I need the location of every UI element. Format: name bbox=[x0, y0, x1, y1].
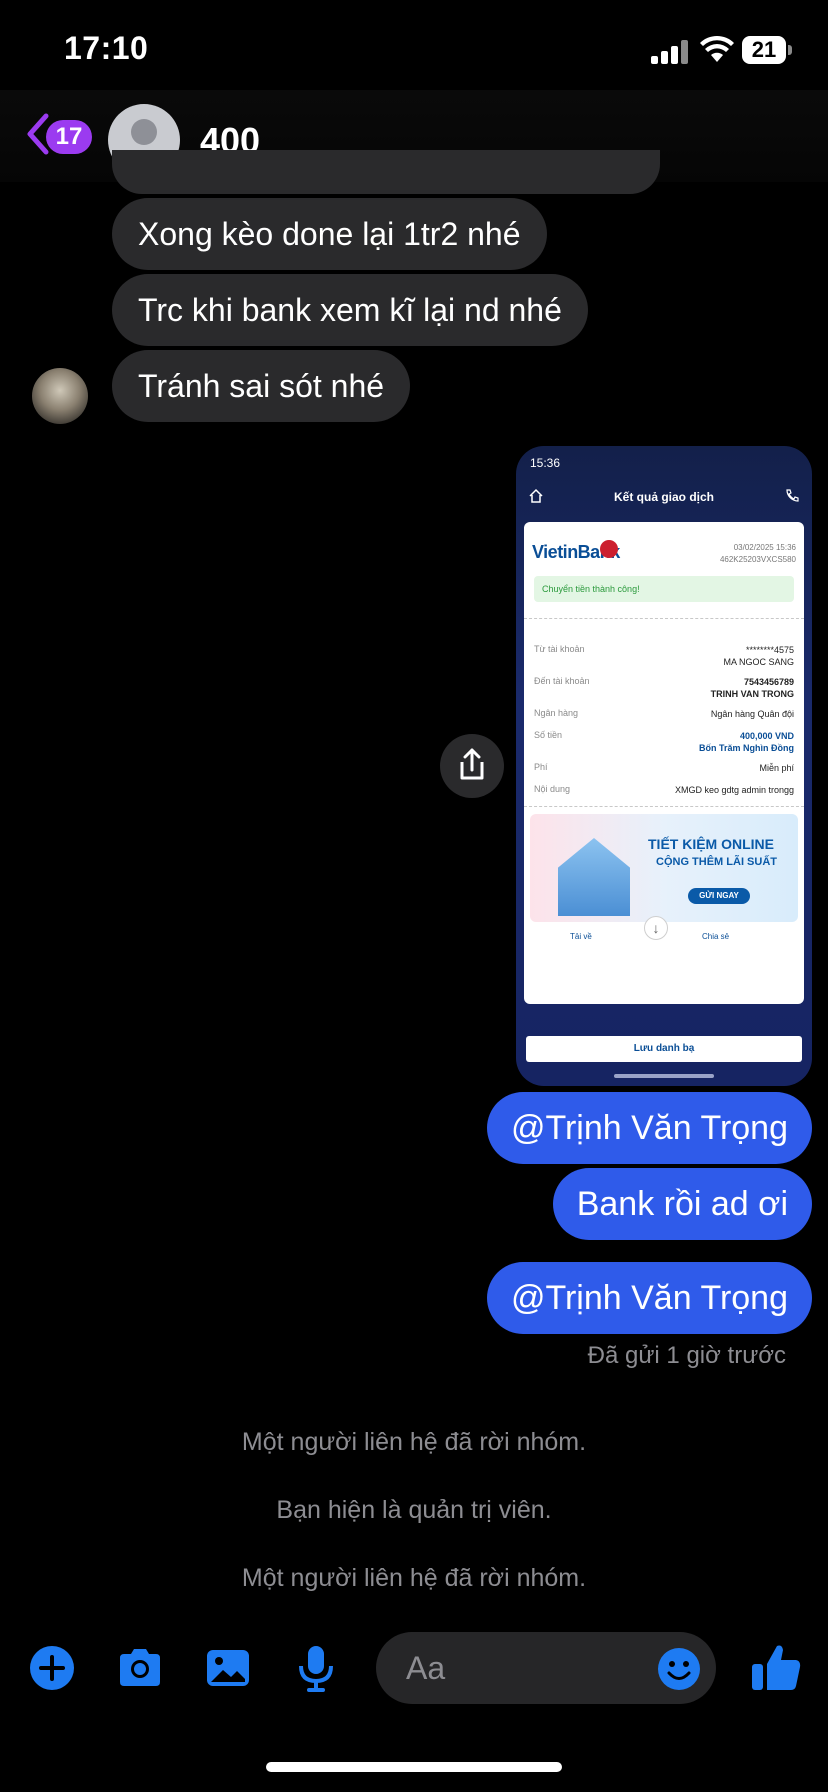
savings-banner: TIẾT KIỆM ONLINE CỘNG THÊM LÃI SUẤT GỬI … bbox=[530, 814, 798, 922]
share-icon bbox=[460, 748, 484, 780]
previous-message-bubble bbox=[112, 150, 660, 194]
system-message: Bạn hiện là quản trị viên. bbox=[276, 1496, 552, 1524]
battery-icon: 21 bbox=[742, 36, 792, 64]
message-composer bbox=[0, 1626, 828, 1716]
sent-time-caption: Đã gửi 1 giờ trước bbox=[587, 1342, 786, 1369]
arrow-down-icon: ↓ bbox=[644, 916, 668, 940]
home-indicator bbox=[266, 1762, 562, 1772]
receipt-row: Số tiền 400,000 VND Bốn Trăm Nghìn Đồng bbox=[534, 730, 794, 753]
cellular-signal-icon bbox=[651, 40, 691, 64]
outgoing-message[interactable]: Bank rồi ad ơi bbox=[552, 1168, 812, 1240]
plus-icon[interactable] bbox=[26, 1642, 78, 1694]
unread-count-badge[interactable]: 17 bbox=[46, 120, 92, 154]
divider bbox=[524, 618, 804, 619]
photo-gallery-icon[interactable] bbox=[202, 1642, 254, 1694]
receipt-row: Từ tài khoản ********4575 MA NGOC SANG bbox=[534, 644, 794, 667]
outgoing-message[interactable]: @Trịnh Văn Trọng bbox=[486, 1092, 812, 1164]
receipt-home-indicator bbox=[614, 1074, 714, 1078]
receipt-row: Phí Miễn phí bbox=[534, 762, 794, 773]
message-input[interactable] bbox=[406, 1632, 626, 1704]
battery-level: 21 bbox=[742, 36, 786, 64]
transfer-receipt-image[interactable]: 15:36 Kết quả giao dịch VietinBank 03/02… bbox=[516, 446, 812, 1086]
divider bbox=[524, 806, 804, 807]
status-time: 17:10 bbox=[64, 30, 149, 66]
message-input-wrapper bbox=[376, 1632, 716, 1704]
bank-logo-mark bbox=[600, 540, 618, 558]
emoji-icon[interactable] bbox=[656, 1646, 702, 1692]
receipt-row: Ngân hàng Ngân hàng Quân đội bbox=[534, 708, 794, 719]
outgoing-message[interactable]: @Trịnh Văn Trọng bbox=[486, 1262, 812, 1334]
save-contact-button: Lưu danh bạ bbox=[526, 1036, 802, 1062]
banner-title: TIẾT KIỆM ONLINE bbox=[648, 836, 774, 852]
receipt-date: 03/02/2025 15:36 462K25203VXCS580 bbox=[719, 543, 796, 564]
success-message: Chuyển tiền thành công! bbox=[534, 576, 794, 602]
sender-avatar[interactable] bbox=[32, 368, 88, 424]
house-illustration bbox=[558, 838, 630, 916]
thumbs-up-icon[interactable] bbox=[748, 1640, 804, 1696]
system-message: Một người liên hệ đã rời nhóm. bbox=[241, 1428, 587, 1456]
phone-icon bbox=[786, 489, 799, 502]
share-label: Chia sẻ bbox=[702, 932, 730, 941]
share-button[interactable] bbox=[440, 734, 504, 798]
receipt-title: Kết quả giao dịch bbox=[613, 490, 714, 504]
download-label: Tải về bbox=[570, 932, 592, 941]
incoming-message[interactable]: Trc khi bank xem kĩ lại nd nhé bbox=[112, 274, 588, 346]
incoming-message[interactable]: Tránh sai sót nhé bbox=[112, 350, 411, 422]
microphone-icon[interactable] bbox=[290, 1642, 342, 1694]
banner-subtitle: CỘNG THÊM LÃI SUẤT bbox=[656, 856, 777, 868]
wifi-icon bbox=[700, 35, 734, 62]
incoming-message[interactable]: Xong kèo done lại 1tr2 nhé bbox=[112, 198, 547, 270]
receipt-row: Nội dung XMGD keo gdtg admin trongg bbox=[534, 784, 794, 795]
receipt-row: Đến tài khoản 7543456789 TRINH VAN TRONG bbox=[534, 676, 794, 699]
system-message: Một người liên hệ đã rời nhóm. bbox=[241, 1564, 587, 1592]
camera-icon[interactable] bbox=[114, 1642, 166, 1694]
receipt-status-time: 15:36 bbox=[530, 456, 561, 470]
banner-button: GỬI NGAY bbox=[688, 888, 750, 904]
status-bar: 17:10 21 bbox=[0, 0, 828, 100]
